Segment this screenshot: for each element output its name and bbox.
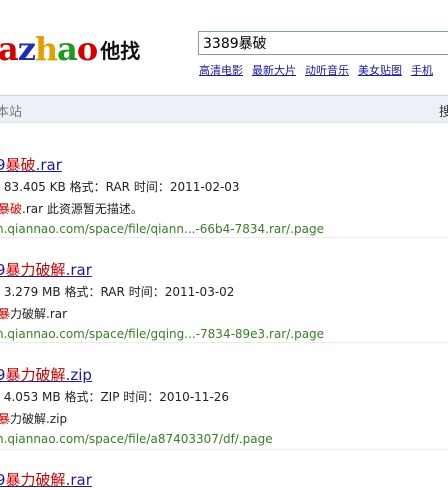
logo-letter: o (76, 30, 98, 68)
result-title-link[interactable]: 9暴力破解.zip (0, 364, 92, 385)
result-url[interactable]: n.qiannao.com/space/file/a87403307/df/.p… (0, 432, 273, 446)
search-input[interactable] (198, 31, 448, 55)
logo-letter: z (17, 30, 36, 68)
result-description: 暴力破解.zip (0, 412, 68, 426)
logo-letter: h (34, 30, 58, 68)
logo-cn-text: 他找 (100, 39, 141, 63)
quicklink-music[interactable]: 动听音乐 (305, 64, 349, 77)
result-meta: : 83.405 KB 格式：RAR 时间：2011-02-03 (0, 180, 240, 194)
result-title-link[interactable]: 9暴力破解.rar (0, 469, 92, 490)
divider (0, 449, 448, 450)
quicklink-new-movies[interactable]: 最新大片 (252, 64, 296, 77)
result-url[interactable]: n.qiannao.com/space/file/gqing...-7834-8… (0, 327, 324, 341)
result-description: 暴破.rar 此资源暂无描述。 (0, 202, 143, 216)
site-logo[interactable]: azhao 他找 (0, 30, 140, 68)
logo-letter: a (57, 30, 78, 68)
result-meta: : 3.279 MB 格式：RAR 时间：2011-03-02 (0, 285, 235, 299)
result-title-link[interactable]: 9暴破.rar (0, 154, 62, 175)
logo-letter: a (0, 30, 19, 68)
quicklink-pictures[interactable]: 美女贴图 (358, 64, 402, 77)
result-description: 暴力破解.rar (0, 307, 68, 321)
result-meta: : 4.053 MB 格式：ZIP 时间：2010-11-26 (0, 390, 230, 404)
quicklink-hd-movies[interactable]: 高清电影 (199, 64, 243, 77)
quick-links: 高清电影 最新大片 动听音乐 美女贴图 手机 (199, 62, 442, 78)
divider (0, 237, 448, 238)
quicklink-mobile[interactable]: 手机 (411, 64, 433, 77)
result-url[interactable]: n.qiannao.com/space/file/qiann...-66b4-7… (0, 222, 324, 236)
result-title-link[interactable]: 9暴力破解.rar (0, 259, 92, 280)
divider (0, 342, 448, 343)
results-tab-bar: 本站 搜 (0, 95, 448, 123)
tabbar-right-text: 搜 (439, 105, 448, 120)
tab-this-site[interactable]: 本站 (0, 101, 22, 120)
